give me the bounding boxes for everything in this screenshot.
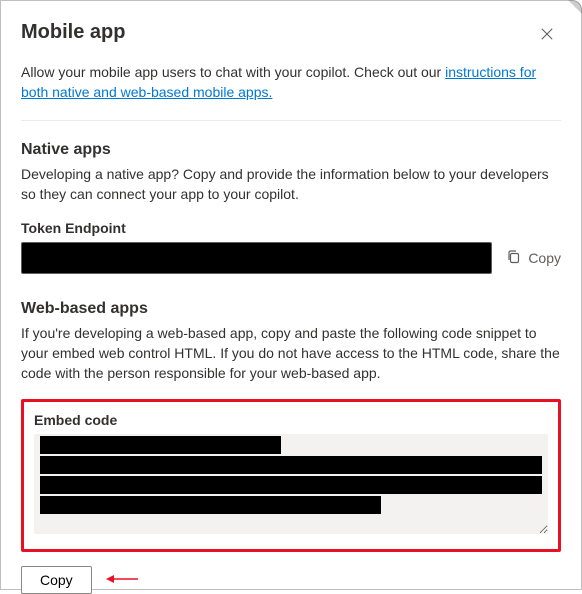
mobile-app-panel: Mobile app Allow your mobile app users t… <box>0 0 582 590</box>
token-endpoint-row: Copy <box>21 242 561 274</box>
close-icon <box>540 27 554 44</box>
corner-decoration <box>568 0 582 14</box>
intro-text: Allow your mobile app users to chat with… <box>21 63 561 102</box>
embed-code-highlight: Embed code <box>21 399 561 552</box>
web-heading: Web-based apps <box>21 300 561 318</box>
close-button[interactable] <box>533 21 561 49</box>
annotation-arrow-icon <box>106 572 138 589</box>
native-description: Developing a native app? Copy and provid… <box>21 165 561 204</box>
native-heading: Native apps <box>21 141 561 159</box>
token-endpoint-input[interactable] <box>21 242 492 274</box>
embed-code-textarea[interactable] <box>34 434 548 534</box>
web-description: If you're developing a web-based app, co… <box>21 324 561 383</box>
copy-token-label: Copy <box>528 250 561 266</box>
intro-before: Allow your mobile app users to chat with… <box>21 64 445 80</box>
panel-title: Mobile app <box>21 21 125 44</box>
copy-token-button[interactable]: Copy <box>506 249 561 268</box>
divider <box>21 120 561 121</box>
token-endpoint-label: Token Endpoint <box>21 220 561 236</box>
embed-code-wrap <box>34 434 548 537</box>
panel-header: Mobile app <box>21 21 561 49</box>
embed-code-label: Embed code <box>34 412 548 428</box>
copy-icon <box>506 249 522 268</box>
